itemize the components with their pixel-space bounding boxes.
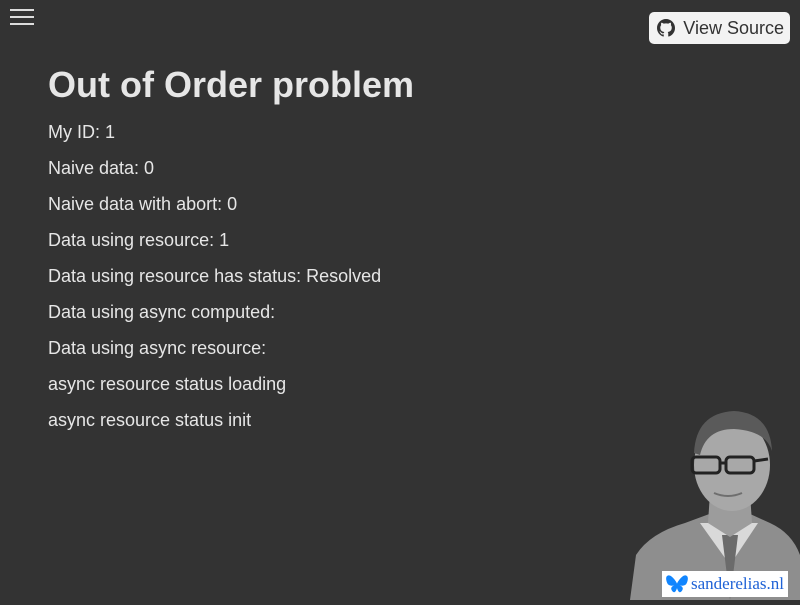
view-source-button[interactable]: View Source: [649, 12, 790, 44]
menu-bar-middle: [10, 16, 34, 18]
site-badge-label: sanderelias.nl: [691, 574, 784, 593]
page-title: Out of Order problem: [48, 64, 415, 105]
async-status-init-line: async resource status init: [48, 410, 252, 430]
async-computed-line: Data using async computed:: [48, 302, 276, 322]
menu-bar-bottom: [10, 23, 34, 25]
naive-data-abort-line: Naive data with abort: 0: [48, 194, 238, 214]
resource-status-line: Data using resource has status: Resolved: [48, 266, 382, 286]
butterfly-icon: [666, 574, 688, 594]
view-source-label: View Source: [683, 17, 784, 38]
hamburger-menu-icon[interactable]: [10, 9, 34, 27]
async-resource-line: Data using async resource:: [48, 338, 267, 358]
menu-bar-top: [10, 9, 34, 11]
naive-data-line: Naive data: 0: [48, 158, 155, 178]
main-content: Out of Order problem My ID: 1 Naive data…: [48, 64, 414, 446]
github-icon: [657, 19, 676, 37]
site-badge-link[interactable]: sanderelias.nl: [662, 571, 788, 597]
my-id-line: My ID: 1: [48, 122, 116, 142]
resource-data-line: Data using resource: 1: [48, 230, 230, 250]
async-status-loading-line: async resource status loading: [48, 374, 287, 394]
